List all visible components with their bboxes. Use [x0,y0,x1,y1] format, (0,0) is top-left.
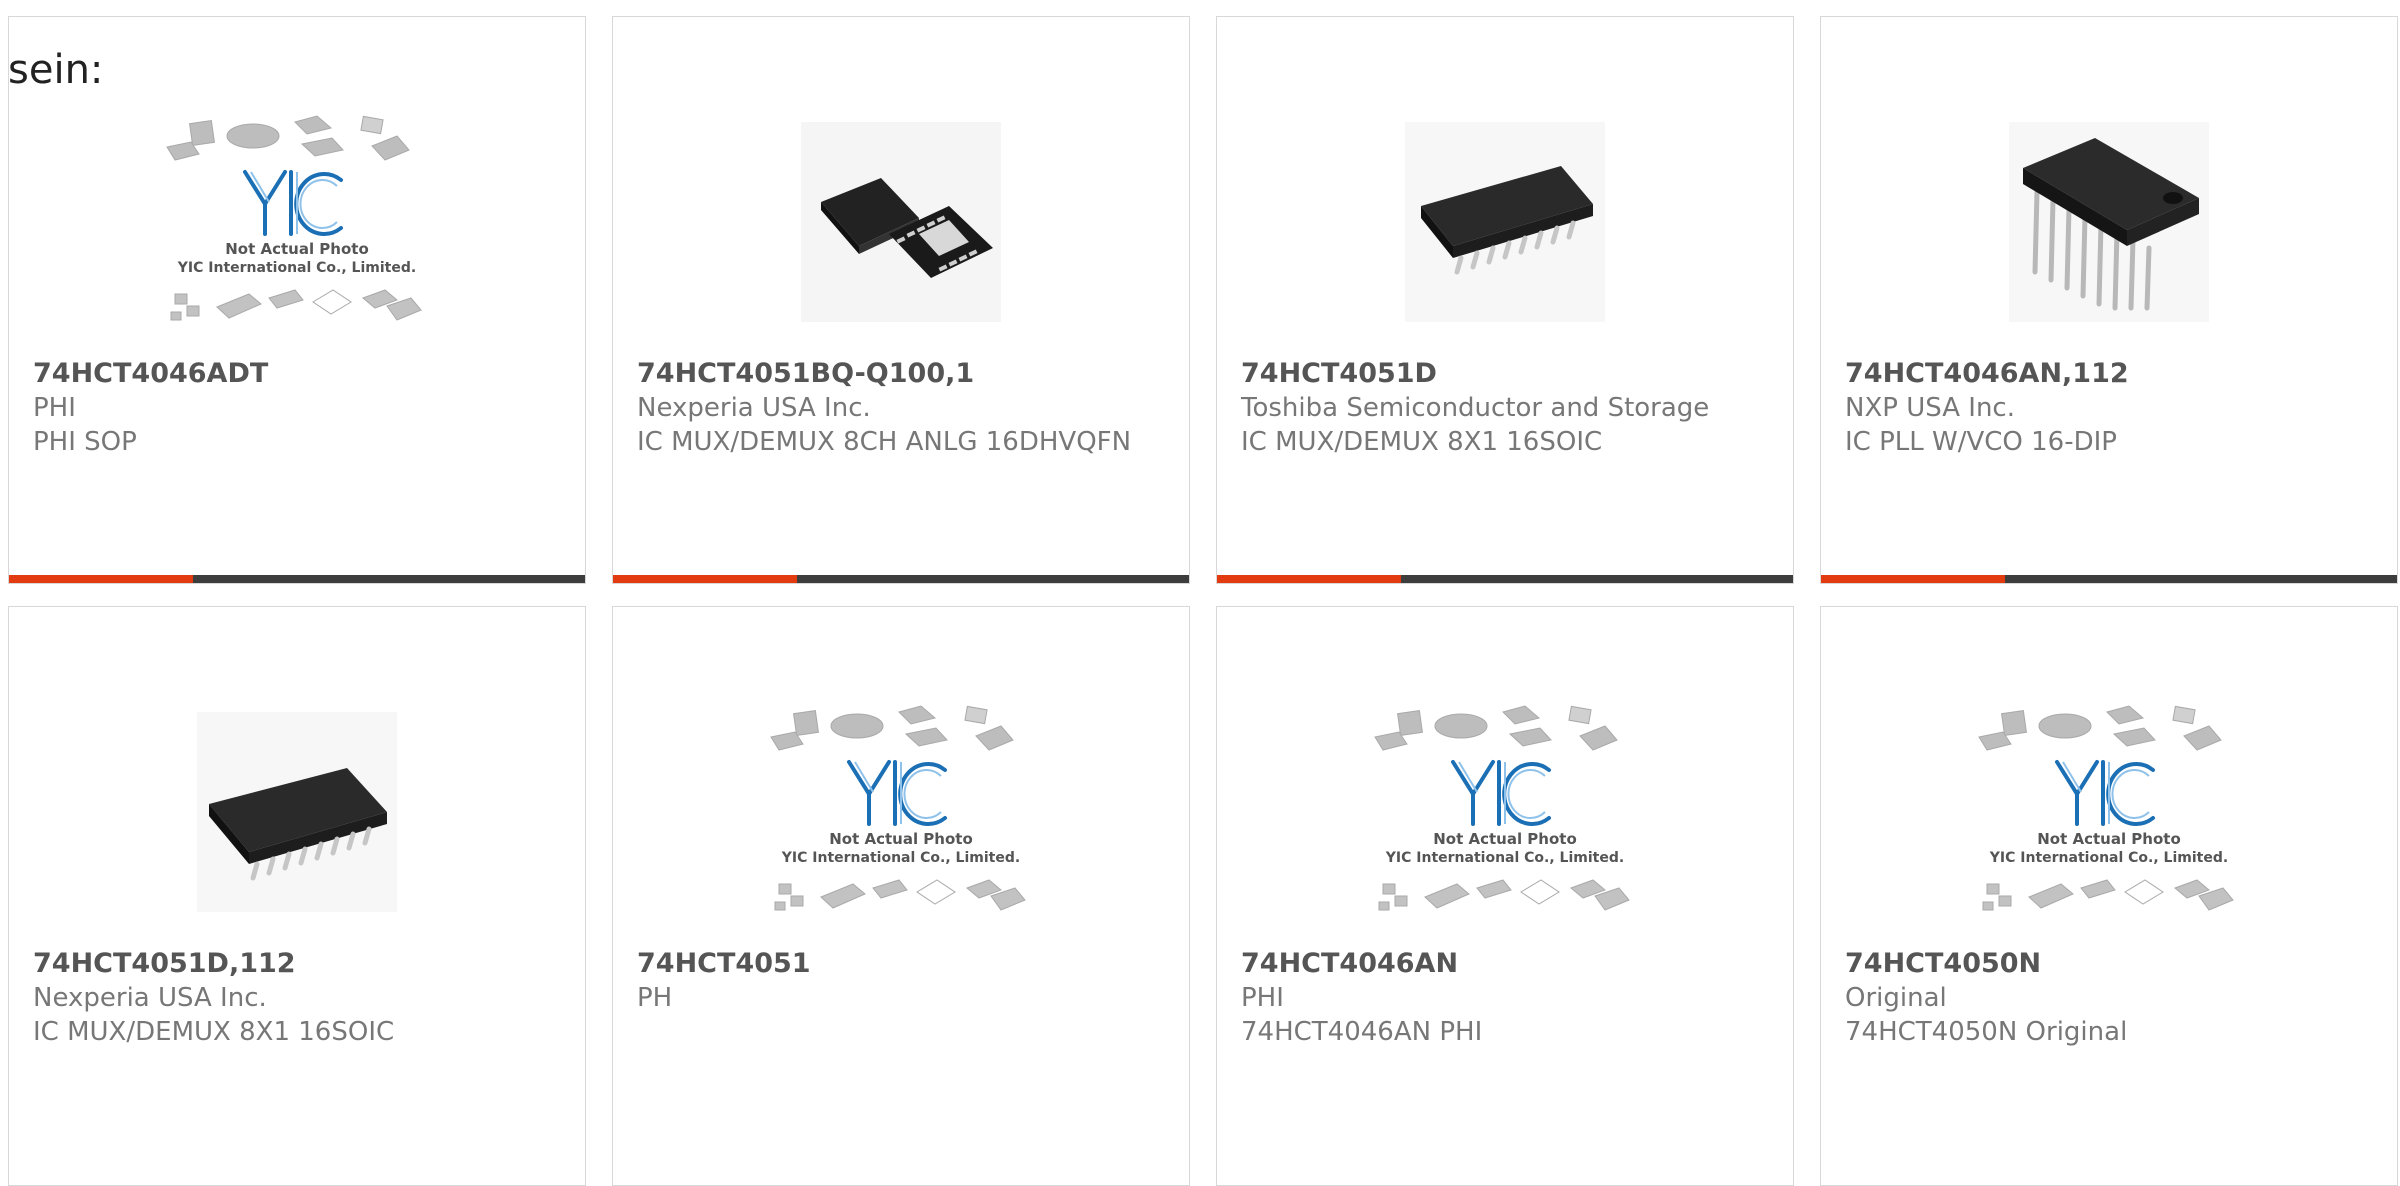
hover-bar [1821,575,2397,583]
placeholder-image: Not Actual Photo YIC International Co., … [1978,705,2234,911]
part-number[interactable]: 74HCT4046AN,112 [1845,357,2373,391]
placeholder-image: Not Actual Photo YIC International Co., … [770,705,1026,911]
manufacturer: Original [1845,983,1947,1013]
part-number[interactable]: 74HCT4051BQ-Q100,1 [637,357,1165,391]
manufacturer: Toshiba Semiconductor and Storage [1241,393,1710,423]
product-image[interactable]: Not Actual Photo YIC International Co., … [1217,677,1793,947]
soic-chip-photo [1405,122,1605,322]
placeholder-caption-line1: Not Actual Photo [1433,830,1577,848]
product-card[interactable]: 74HCT4051D,112 Nexperia USA Inc. IC MUX/… [8,606,586,1186]
hover-bar-accent [9,575,194,583]
placeholder-caption-line1: Not Actual Photo [2037,830,2181,848]
product-card[interactable]: Not Actual Photo YIC International Co., … [8,16,586,584]
placeholder-caption-line2: YIC International Co., Limited. [1989,850,2228,866]
manufacturer: Nexperia USA Inc. [33,983,267,1013]
description: IC MUX/DEMUX 8CH ANLG 16DHVQFN [637,427,1132,457]
manufacturer: PH [637,983,673,1013]
hover-bar [1217,575,1793,583]
soic-chip-photo [197,712,397,912]
description: PHI SOP [33,427,137,457]
dip-chip-photo [2009,122,2209,322]
product-card[interactable]: 74HCT4051BQ-Q100,1 Nexperia USA Inc. IC … [612,16,1190,584]
description: IC PLL W/VCO 16-DIP [1845,427,2117,457]
part-number[interactable]: 74HCT4051 [637,947,1165,981]
product-image[interactable]: Not Actual Photo YIC International Co., … [1821,677,2397,947]
hover-bar-accent [613,575,798,583]
product-image[interactable] [1821,87,2397,357]
product-card[interactable]: Not Actual Photo YIC International Co., … [612,606,1190,1186]
product-image[interactable] [9,677,585,947]
manufacturer: PHI [33,393,76,423]
product-image[interactable] [1217,87,1793,357]
description: IC MUX/DEMUX 8X1 16SOIC [33,1017,395,1047]
placeholder-image: Not Actual Photo YIC International Co., … [1374,705,1630,911]
placeholder-caption-line1: Not Actual Photo [829,830,973,848]
placeholder-caption-line2: YIC International Co., Limited. [177,260,416,276]
product-card[interactable]: 74HCT4046AN,112 NXP USA Inc. IC PLL W/VC… [1820,16,2398,584]
qfn-chip-photo [801,122,1001,322]
part-number[interactable]: 74HCT4046AN [1241,947,1769,981]
part-number[interactable]: 74HCT4051D,112 [33,947,561,981]
product-card[interactable]: Not Actual Photo YIC International Co., … [1216,606,1794,1186]
placeholder-caption-line2: YIC International Co., Limited. [781,850,1020,866]
product-image[interactable]: Not Actual Photo YIC International Co., … [9,87,585,357]
product-image[interactable]: Not Actual Photo YIC International Co., … [613,677,1189,947]
part-number[interactable]: 74HCT4046ADT [33,357,561,391]
description: 74HCT4050N Original [1845,1017,2128,1047]
placeholder-caption-line1: Not Actual Photo [225,240,369,258]
description: IC MUX/DEMUX 8X1 16SOIC [1241,427,1603,457]
description: 74HCT4046AN PHI [1241,1017,1483,1047]
placeholder-image: Not Actual Photo YIC International Co., … [166,115,422,321]
product-card[interactable]: Not Actual Photo YIC International Co., … [1820,606,2398,1186]
intro-text: sein: [8,47,104,93]
part-number[interactable]: 74HCT4051D [1241,357,1769,391]
manufacturer: Nexperia USA Inc. [637,393,871,423]
product-image[interactable] [613,87,1189,357]
part-number[interactable]: 74HCT4050N [1845,947,2373,981]
hover-bar-accent [1821,575,2006,583]
hover-bar [613,575,1189,583]
manufacturer: PHI [1241,983,1284,1013]
placeholder-caption-line2: YIC International Co., Limited. [1385,850,1624,866]
hover-bar-accent [1217,575,1402,583]
hover-bar [9,575,585,583]
manufacturer: NXP USA Inc. [1845,393,2015,423]
product-card[interactable]: 74HCT4051D Toshiba Semiconductor and Sto… [1216,16,1794,584]
